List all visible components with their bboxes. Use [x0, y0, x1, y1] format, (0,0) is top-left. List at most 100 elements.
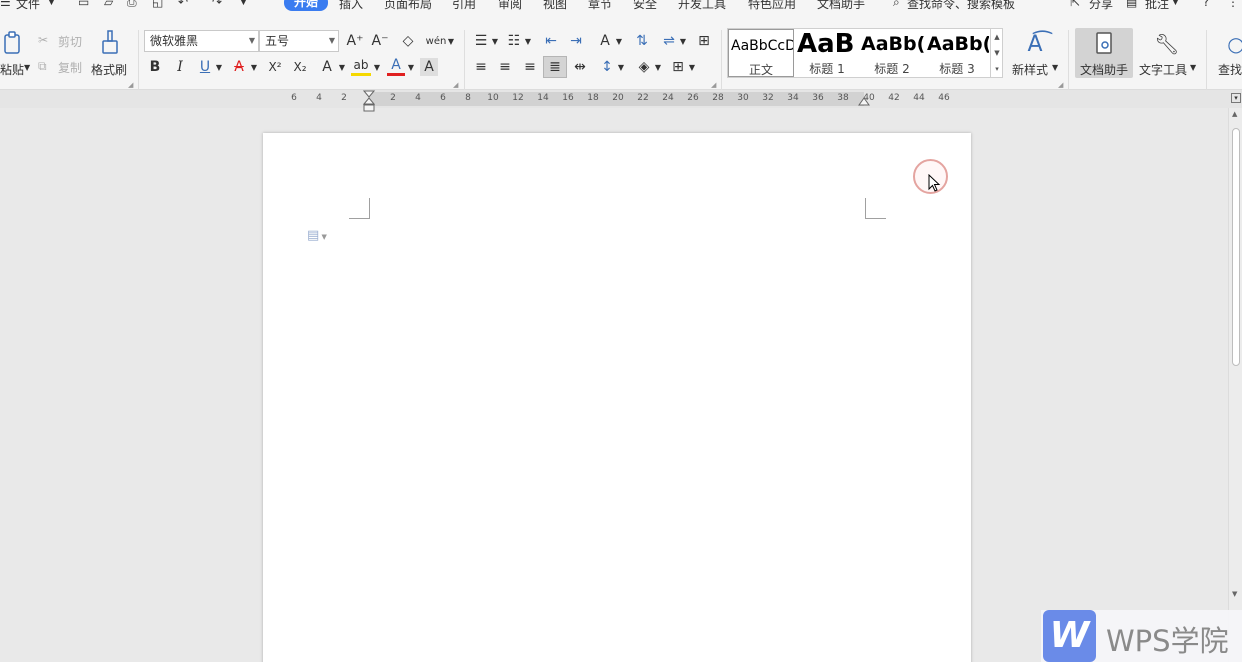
font-color-button[interactable]: A [387, 56, 405, 76]
text-direction-dropdown-icon[interactable]: ▼ [614, 30, 624, 52]
paste-button[interactable]: 粘贴 [0, 61, 24, 78]
numbered-list-dropdown-icon[interactable]: ▼ [523, 30, 533, 52]
scrollbar-thumb[interactable] [1232, 128, 1240, 366]
copy-button[interactable]: 复制 [58, 59, 82, 76]
new-style-dropdown-icon[interactable]: ▼ [1052, 63, 1058, 72]
table-grid-icon[interactable]: ⊞ [693, 30, 715, 52]
style-heading-3[interactable]: AaBb( 标题 3 [925, 29, 989, 77]
line-break-dropdown-icon[interactable]: ▼ [678, 30, 688, 52]
align-right-icon[interactable]: ≡ [519, 56, 541, 78]
group-expand-icon[interactable]: ◢ [128, 81, 133, 89]
justify-icon[interactable]: ≣ [543, 56, 567, 78]
text-effect-dropdown-icon[interactable]: ▼ [337, 56, 347, 78]
phonetic-guide-button[interactable]: wén [424, 30, 448, 52]
italic-button[interactable]: I [171, 56, 189, 78]
line-spacing-dropdown-icon[interactable]: ▼ [616, 56, 626, 78]
find-button[interactable]: 查找 [1218, 61, 1242, 78]
share-button[interactable]: 分享 [1089, 0, 1113, 12]
highlight-button[interactable]: ab [351, 56, 371, 76]
tab-developer[interactable]: 开发工具 [678, 0, 726, 12]
redo-icon[interactable]: ↷ [212, 0, 222, 9]
command-search-input[interactable]: 查找命令、搜索模板 [907, 0, 1015, 12]
tab-review[interactable]: 审阅 [498, 0, 522, 12]
font-family-select[interactable]: 微软雅黑 ▼ [144, 30, 259, 52]
numbered-list-icon[interactable]: ☷ [503, 30, 525, 52]
text-direction-icon[interactable]: A [594, 30, 616, 52]
font-size-select[interactable]: 五号 ▼ [259, 30, 339, 52]
comment-dropdown-icon[interactable]: ▼ [1172, 0, 1179, 7]
format-painter-icon[interactable] [97, 28, 123, 56]
text-effect-button[interactable]: A [318, 56, 336, 78]
more-icon[interactable]: ⋮ [1227, 0, 1239, 9]
tab-view[interactable]: 视图 [543, 0, 567, 12]
document-page[interactable]: ▤ ▼ [263, 133, 971, 662]
text-tools-button[interactable]: 文字工具 [1139, 61, 1187, 78]
app-menu-icon[interactable]: ☰ [0, 0, 11, 9]
print-preview-icon[interactable]: ◱ [152, 0, 163, 9]
paste-dropdown-icon[interactable]: ▼ [24, 63, 30, 72]
vertical-scrollbar[interactable]: ▲ ▼ [1228, 108, 1242, 662]
help-button[interactable]: ? [1203, 0, 1209, 9]
superscript-button[interactable]: X² [264, 56, 286, 78]
bold-button[interactable]: B [146, 56, 164, 78]
group-expand-icon[interactable]: ◢ [453, 81, 458, 89]
tab-security[interactable]: 安全 [633, 0, 657, 12]
underline-button[interactable]: U [196, 56, 214, 78]
shading-fill-dropdown-icon[interactable]: ▼ [653, 56, 663, 78]
phonetic-dropdown-icon[interactable]: ▼ [446, 30, 456, 52]
strikethrough-dropdown-icon[interactable]: ▼ [249, 56, 259, 78]
font-color-dropdown-icon[interactable]: ▼ [406, 56, 416, 78]
right-indent-marker-icon[interactable] [858, 96, 870, 106]
chevron-down-icon[interactable]: ▼ [48, 0, 55, 7]
highlight-dropdown-icon[interactable]: ▼ [372, 56, 382, 78]
save-icon[interactable]: ▭ [78, 0, 89, 9]
strikethrough-button[interactable]: A [230, 56, 248, 78]
quick-access-dropdown-icon[interactable]: ▼ [240, 0, 247, 7]
format-painter-button[interactable]: 格式刷 [91, 61, 127, 78]
align-left-icon[interactable]: ≡ [470, 56, 492, 78]
increase-indent-icon[interactable]: ⇥ [565, 30, 587, 52]
style-heading-2[interactable]: AaBb( 标题 2 [859, 29, 925, 77]
paste-options-icon[interactable]: ▤ ▼ [307, 228, 327, 243]
bullet-list-dropdown-icon[interactable]: ▼ [490, 30, 500, 52]
styles-scroll[interactable]: ▲ ▼ ▾ [990, 29, 1003, 77]
font-shrink-button[interactable]: A⁻ [369, 30, 391, 52]
line-break-icon[interactable]: ⇌ [658, 30, 680, 52]
underline-dropdown-icon[interactable]: ▼ [214, 56, 224, 78]
tab-insert[interactable]: 插入 [339, 0, 363, 12]
style-normal[interactable]: AaBbCcD 正文 [728, 29, 794, 77]
group-expand-icon[interactable]: ◢ [711, 81, 716, 89]
font-grow-button[interactable]: A⁺ [344, 30, 366, 52]
subscript-button[interactable]: X₂ [289, 56, 311, 78]
horizontal-ruler[interactable]: 6 4 2 2 4 6 8 10 12 14 16 18 20 22 24 26… [0, 90, 1242, 112]
export-icon[interactable]: ▱ [104, 0, 113, 9]
comment-button[interactable]: 批注 [1145, 0, 1169, 12]
tab-chapter[interactable]: 章节 [588, 0, 612, 12]
cut-button[interactable]: 剪切 [58, 33, 82, 50]
line-spacing-icon[interactable]: ↕ [596, 56, 618, 78]
menu-file[interactable]: 文件 [16, 0, 40, 12]
tab-doc-helper[interactable]: 文档助手 [817, 0, 865, 12]
undo-icon[interactable]: ↶ [178, 0, 188, 9]
char-shading-button[interactable]: A [420, 58, 438, 76]
tab-references[interactable]: 引用 [452, 0, 476, 12]
border-dropdown-icon[interactable]: ▼ [687, 56, 697, 78]
paste-icon[interactable] [0, 30, 24, 56]
shading-fill-icon[interactable]: ◈ [633, 56, 655, 78]
align-center-icon[interactable]: ≡ [494, 56, 516, 78]
indent-marker-icon[interactable] [363, 90, 375, 112]
clear-format-icon[interactable]: ◇ [397, 30, 419, 52]
tab-features[interactable]: 特色应用 [748, 0, 796, 12]
scroll-up-icon[interactable]: ▲ [1232, 110, 1237, 118]
border-icon[interactable]: ⊞ [667, 56, 689, 78]
new-style-button[interactable]: 新样式 [1012, 61, 1048, 78]
scroll-down-icon[interactable]: ▼ [1232, 590, 1237, 598]
bullet-list-icon[interactable]: ☰ [470, 30, 492, 52]
tab-home[interactable]: 开始 [284, 0, 329, 11]
style-heading-1[interactable]: AaB 标题 1 [795, 29, 859, 77]
distributed-align-icon[interactable]: ⇹ [569, 56, 591, 78]
tab-page-layout[interactable]: 页面布局 [384, 0, 432, 12]
group-expand-icon[interactable]: ◢ [1058, 81, 1063, 89]
decrease-indent-icon[interactable]: ⇤ [540, 30, 562, 52]
sort-icon[interactable]: ⇅ [631, 30, 653, 52]
